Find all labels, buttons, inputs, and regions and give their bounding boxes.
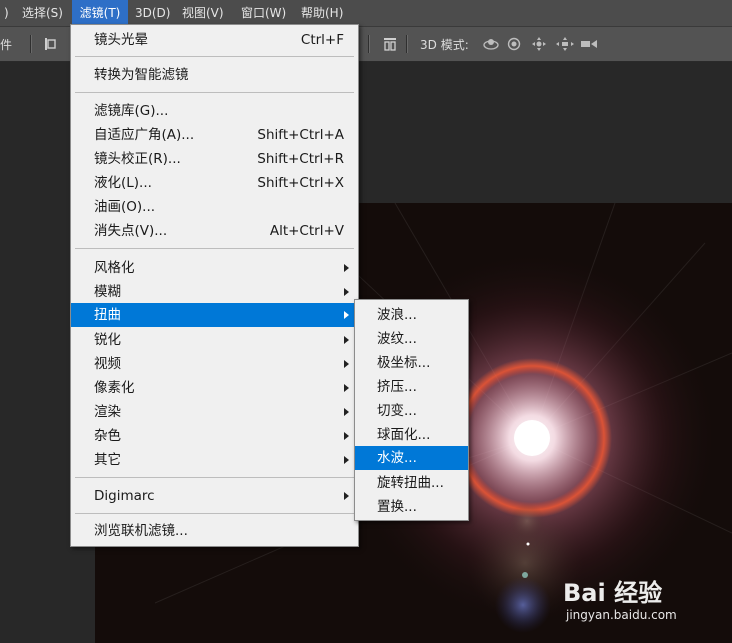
menu-item-stylize[interactable]: 风格化: [71, 256, 358, 280]
menu-item-distort[interactable]: 扭曲: [71, 303, 358, 327]
menu-filter[interactable]: 滤镜(T): [72, 0, 128, 26]
menu-separator: [75, 92, 354, 93]
options-left-text: 件: [0, 38, 13, 52]
options-separator: [30, 35, 32, 53]
scale-3d-icon[interactable]: [580, 37, 598, 51]
menu-item-liquify[interactable]: 液化(L)... Shift+Ctrl+X: [71, 171, 358, 195]
menu-item-other[interactable]: 其它: [71, 448, 358, 472]
menu-item-noise[interactable]: 杂色: [71, 424, 358, 448]
submenu-arrow-icon: [344, 360, 349, 368]
menu-item-convert-smart-filters[interactable]: 转换为智能滤镜: [71, 63, 358, 87]
menu-separator: [75, 56, 354, 57]
menu-bar: ) 选择(S) 滤镜(T) 3D(D) 视图(V) 窗口(W) 帮助(H): [0, 0, 732, 27]
menu-item-render[interactable]: 渲染: [71, 400, 358, 424]
menu-item-oil-paint[interactable]: 油画(O)...: [71, 195, 358, 219]
submenu-arrow-icon: [344, 432, 349, 440]
filter-menu: 镜头光晕 Ctrl+F 转换为智能滤镜 滤镜库(G)... 自适应广角(A)...…: [70, 24, 359, 547]
orbit-3d-icon[interactable]: [482, 37, 500, 51]
watermark-url: jingyan.baidu.com: [566, 608, 677, 622]
menu-separator: [75, 477, 354, 478]
submenu-arrow-icon: [344, 336, 349, 344]
menu-view[interactable]: 视图(V): [180, 0, 226, 26]
menu-item-digimarc[interactable]: Digimarc: [71, 484, 358, 508]
3d-mode-label: 3D 模式:: [420, 38, 469, 52]
submenu-arrow-icon: [344, 456, 349, 464]
menu-item-sharpen[interactable]: 锐化: [71, 328, 358, 352]
options-separator: [368, 35, 370, 53]
menu-item-browse-filters-online[interactable]: 浏览联机滤镜...: [71, 519, 358, 543]
menu-item-blur[interactable]: 模糊: [71, 280, 358, 304]
menu-separator: [75, 513, 354, 514]
submenu-item-ripple[interactable]: 波纹...: [355, 327, 468, 351]
submenu-arrow-icon: [344, 492, 349, 500]
distribute-icon[interactable]: [383, 37, 397, 51]
submenu-item-spherize[interactable]: 球面化...: [355, 423, 468, 447]
menu-item-video[interactable]: 视频: [71, 352, 358, 376]
menu-item-vanishing-point[interactable]: 消失点(V)... Alt+Ctrl+V: [71, 219, 358, 243]
watermark-logo: Bai 经验: [563, 579, 663, 607]
submenu-item-shear[interactable]: 切变...: [355, 399, 468, 423]
slide-3d-icon[interactable]: [556, 37, 574, 51]
menu-help[interactable]: 帮助(H): [299, 0, 345, 26]
submenu-arrow-icon: [344, 288, 349, 296]
menu-select[interactable]: 选择(S): [20, 0, 65, 26]
menu-item-filter-gallery[interactable]: 滤镜库(G)...: [71, 99, 358, 123]
submenu-arrow-icon: [344, 311, 349, 319]
menu-edit-partial[interactable]: ): [2, 0, 11, 26]
roll-3d-icon[interactable]: [507, 37, 521, 51]
menu-item-adaptive-wide-angle[interactable]: 自适应广角(A)... Shift+Ctrl+A: [71, 123, 358, 147]
distort-submenu: 波浪... 波纹... 极坐标... 挤压... 切变... 球面化... 水波…: [354, 299, 469, 521]
menu-item-lens-flare[interactable]: 镜头光晕 Ctrl+F: [71, 28, 358, 52]
options-separator: [406, 35, 408, 53]
submenu-item-twirl[interactable]: 旋转扭曲...: [355, 471, 468, 495]
submenu-item-pinch[interactable]: 挤压...: [355, 375, 468, 399]
submenu-item-zigzag[interactable]: 水波...: [355, 446, 468, 470]
menu-item-lens-correction[interactable]: 镜头校正(R)... Shift+Ctrl+R: [71, 147, 358, 171]
submenu-item-displace[interactable]: 置换...: [355, 495, 468, 519]
pan-3d-icon[interactable]: [532, 37, 546, 51]
align-left-edges-icon[interactable]: [44, 37, 58, 51]
menu-window[interactable]: 窗口(W): [239, 0, 288, 26]
submenu-arrow-icon: [344, 408, 349, 416]
submenu-arrow-icon: [344, 384, 349, 392]
submenu-item-wave[interactable]: 波浪...: [355, 303, 468, 327]
submenu-item-polar-coordinates[interactable]: 极坐标...: [355, 351, 468, 375]
submenu-arrow-icon: [344, 264, 349, 272]
menu-separator: [75, 248, 354, 249]
menu-item-pixelate[interactable]: 像素化: [71, 376, 358, 400]
menu-3d[interactable]: 3D(D): [133, 0, 172, 26]
